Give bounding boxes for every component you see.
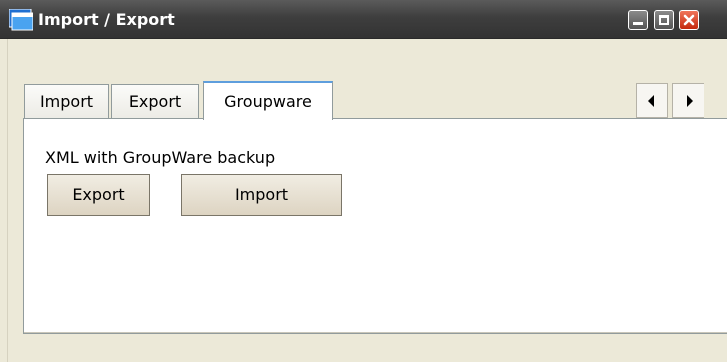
import-export-window: Import / Export Import Export Groupware … bbox=[0, 0, 727, 362]
window-left-edge bbox=[0, 39, 9, 362]
maximize-button[interactable] bbox=[654, 10, 674, 30]
minimize-button[interactable] bbox=[628, 10, 648, 30]
edge-line bbox=[7, 39, 8, 362]
title-bar[interactable]: Import / Export bbox=[0, 0, 727, 39]
tab-scroll-left-button[interactable] bbox=[636, 83, 668, 118]
import-button[interactable]: Import bbox=[181, 174, 342, 216]
groupware-backup-label: XML with GroupWare backup bbox=[45, 148, 276, 167]
tab-groupware[interactable]: Groupware bbox=[203, 81, 333, 120]
scroll-left-icon bbox=[648, 95, 654, 107]
minimize-icon bbox=[633, 22, 643, 25]
tab-export[interactable]: Export bbox=[111, 84, 199, 119]
window-title: Import / Export bbox=[38, 10, 175, 29]
groupware-tab-panel: XML with GroupWare backup Export Import bbox=[23, 118, 727, 334]
export-button[interactable]: Export bbox=[47, 174, 150, 216]
tab-scroll-right-button[interactable] bbox=[672, 83, 704, 118]
tab-strip: Import Export Groupware bbox=[23, 81, 727, 120]
close-button[interactable] bbox=[679, 10, 699, 30]
window-app-icon bbox=[9, 9, 33, 31]
maximize-icon bbox=[659, 15, 669, 25]
tab-import[interactable]: Import bbox=[24, 84, 109, 119]
close-icon bbox=[683, 14, 695, 26]
scroll-right-icon bbox=[687, 95, 693, 107]
